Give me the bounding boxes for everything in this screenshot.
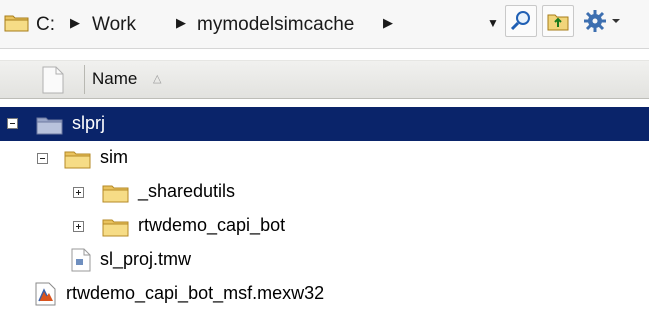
collapse-toggle[interactable] — [37, 153, 48, 164]
folder-icon — [102, 219, 129, 237]
tree-item-label: rtwdemo_capi_bot_msf.mexw32 — [66, 283, 325, 303]
tree-item-label: sl_proj.tmw — [100, 249, 192, 269]
tree-row-rtwdemo-capi-bot[interactable]: rtwdemo_capi_bot — [0, 209, 649, 243]
document-icon — [71, 248, 91, 272]
folder-icon — [4, 15, 29, 32]
address-bar: C: ▶ Work ▶ mymodelsimcache ▶ ▼ — [0, 0, 649, 49]
tree-row-sharedutils[interactable]: _sharedutils — [0, 175, 649, 209]
column-header: Name △ — [0, 60, 649, 99]
breadcrumb-drive[interactable]: C: — [36, 14, 55, 36]
tree-item-label: _sharedutils — [138, 181, 236, 201]
search-button[interactable] — [505, 5, 537, 37]
tree-item-label: sim — [100, 147, 128, 167]
tree-item-label: rtwdemo_capi_bot — [138, 215, 286, 235]
expand-toggle[interactable] — [73, 187, 84, 198]
breadcrumb-separator[interactable]: ▶ — [176, 15, 186, 31]
sort-ascending-icon: △ — [153, 73, 162, 85]
mex-file-icon — [35, 282, 56, 306]
settings-button[interactable] — [583, 8, 623, 36]
breadcrumb-mymodelsimcache[interactable]: mymodelsimcache — [197, 14, 354, 36]
column-divider[interactable] — [84, 65, 85, 94]
address-dropdown-arrow[interactable]: ▼ — [487, 16, 499, 30]
tree-item-label: slprj — [72, 113, 106, 133]
tree-row-sim[interactable]: sim — [0, 141, 649, 175]
gear-icon — [584, 10, 620, 32]
up-folder-button[interactable] — [542, 5, 574, 37]
folder-icon — [102, 185, 129, 203]
file-type-icon — [42, 66, 64, 94]
breadcrumb-work[interactable]: Work — [92, 14, 136, 36]
breadcrumb-separator[interactable]: ▶ — [70, 15, 80, 31]
collapse-toggle[interactable] — [7, 118, 18, 129]
folder-icon — [64, 151, 91, 169]
expand-toggle[interactable] — [73, 221, 84, 232]
up-folder-icon — [547, 14, 569, 31]
tree-row-sl-proj-tmw[interactable]: sl_proj.tmw — [0, 243, 649, 277]
tree-row-mexw32[interactable]: rtwdemo_capi_bot_msf.mexw32 — [0, 277, 649, 311]
folder-icon — [36, 117, 63, 135]
magnifier-icon — [510, 11, 530, 31]
breadcrumb-separator[interactable]: ▶ — [383, 15, 393, 31]
column-name-header[interactable]: Name — [92, 69, 137, 89]
tree-row-slprj[interactable]: slprj — [0, 107, 649, 141]
